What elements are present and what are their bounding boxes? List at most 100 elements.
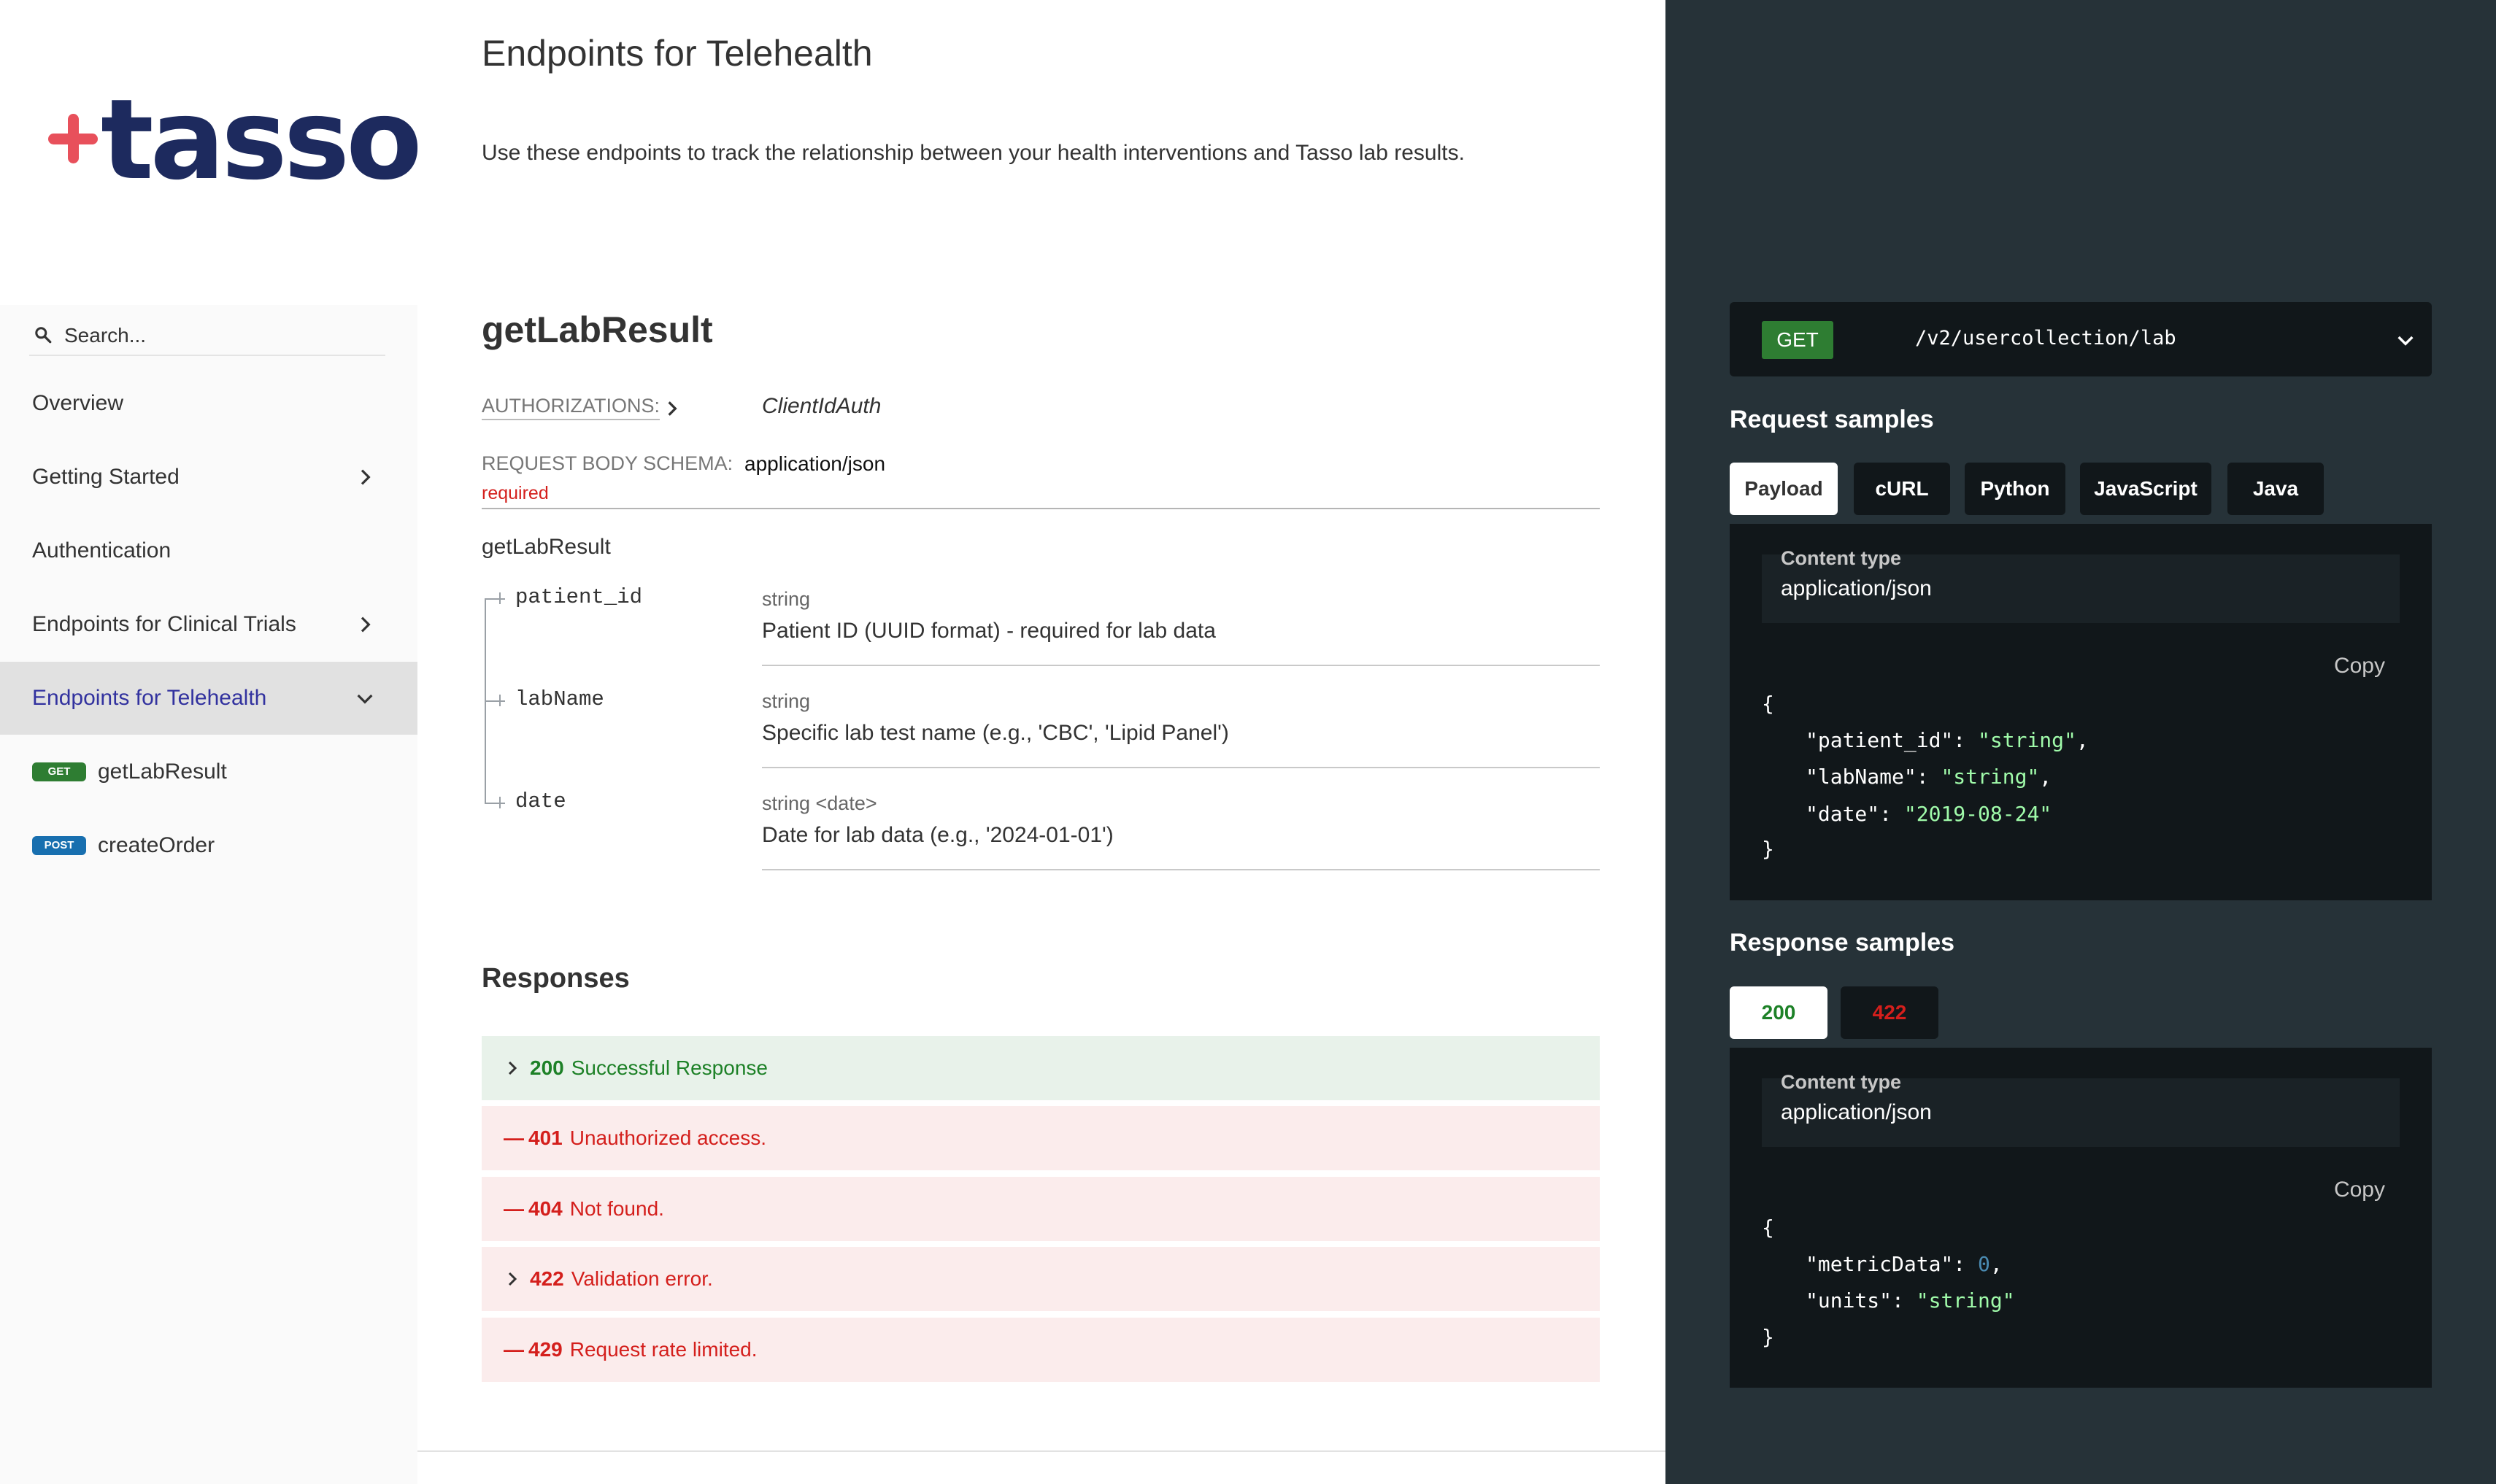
- property-name: date: [515, 789, 566, 814]
- endpoint-selector[interactable]: GET /v2/usercollection/lab: [1730, 302, 2432, 376]
- response-422[interactable]: 422 Validation error.: [482, 1247, 1600, 1311]
- sidebar-item-label: Endpoints for Clinical Trials: [32, 612, 296, 636]
- copy-button[interactable]: Copy: [2334, 1178, 2385, 1202]
- chevron-right-icon: [508, 1061, 517, 1075]
- response-429[interactable]: — 429 Request rate limited.: [482, 1318, 1600, 1382]
- search-input[interactable]: [64, 321, 378, 350]
- response-sample-box: Content type application/json Copy { "me…: [1730, 1048, 2432, 1388]
- response-404[interactable]: — 404 Not found.: [482, 1177, 1600, 1241]
- json-key: "patient_id": [1806, 728, 1954, 752]
- search-icon: [35, 327, 52, 344]
- response-code: 404: [528, 1197, 563, 1220]
- request-samples-title: Request samples: [1730, 406, 1934, 433]
- sidebar-item-getting-started[interactable]: Getting Started: [0, 441, 417, 514]
- property-type: string: [762, 588, 811, 610]
- content-type-value: application/json: [1781, 576, 1932, 600]
- json-value: 0: [1978, 1252, 1990, 1276]
- sidebar-item-label: Getting Started: [32, 465, 180, 489]
- property-name: patient_id: [515, 585, 643, 609]
- tab-python[interactable]: Python: [1965, 463, 2065, 515]
- tab-javascript[interactable]: JavaScript: [2080, 463, 2211, 515]
- post-method-badge: POST: [32, 836, 86, 855]
- section-title: Endpoints for Telehealth: [482, 33, 873, 74]
- json-value: "string": [1941, 765, 2040, 789]
- tab-curl[interactable]: cURL: [1854, 463, 1950, 515]
- sidebar-item-clinical-trials[interactable]: Endpoints for Clinical Trials: [0, 588, 417, 661]
- response-text: Validation error.: [571, 1267, 713, 1290]
- dash-icon: —: [504, 1338, 524, 1361]
- tab-java[interactable]: Java: [2227, 463, 2324, 515]
- tab-response-422[interactable]: 422: [1841, 986, 1938, 1039]
- code-brace: {: [1762, 1216, 1774, 1240]
- chevron-right-icon: [361, 469, 371, 485]
- samples-panel: GET /v2/usercollection/lab Request sampl…: [1665, 0, 2496, 1484]
- divider: [762, 665, 1600, 666]
- property-type: string: [762, 690, 811, 712]
- divider: [482, 508, 1600, 509]
- property-description: Patient ID (UUID format) - required for …: [762, 619, 1216, 643]
- tasso-logo[interactable]: tasso: [48, 85, 423, 204]
- json-key: "metricData": [1806, 1252, 1954, 1276]
- request-body-label: REQUEST BODY SCHEMA:: [482, 452, 733, 474]
- chevron-down-icon: [357, 694, 373, 704]
- schema-name: getLabResult: [482, 535, 611, 559]
- sidebar-item-authentication[interactable]: Authentication: [0, 514, 417, 587]
- tree-line: [485, 700, 505, 702]
- sidebar-item-telehealth[interactable]: Endpoints for Telehealth: [0, 662, 417, 735]
- code-brace: }: [1762, 837, 1774, 861]
- json-comma: ,: [1990, 1252, 2003, 1276]
- sidebar-operation-getlabresult[interactable]: GET getLabResult: [0, 735, 417, 808]
- main-content: Endpoints for Telehealth Use these endpo…: [417, 0, 1665, 1484]
- search-box: [29, 315, 385, 356]
- sidebar-item-label: Authentication: [32, 538, 172, 563]
- json-key: "date": [1806, 802, 1880, 826]
- property-description: Date for lab data (e.g., '2024-01-01'): [762, 823, 1114, 847]
- required-label: required: [482, 483, 549, 503]
- responses-title: Responses: [482, 963, 630, 994]
- chevron-down-icon: [2397, 336, 2414, 346]
- authorizations-toggle[interactable]: AUTHORIZATIONS:: [482, 395, 660, 420]
- chevron-right-icon: [508, 1272, 517, 1286]
- property-type: string <date>: [762, 792, 877, 814]
- response-text: Not found.: [569, 1197, 664, 1220]
- response-401[interactable]: — 401 Unauthorized access.: [482, 1106, 1600, 1170]
- response-text: Successful Response: [571, 1056, 768, 1079]
- response-200[interactable]: 200 Successful Response: [482, 1036, 1600, 1100]
- json-key: "units": [1806, 1288, 1892, 1313]
- tab-payload[interactable]: Payload: [1730, 463, 1838, 515]
- code-line: "date": "2019-08-24": [1806, 802, 2052, 826]
- content-type-label: Content type: [1781, 1071, 1901, 1093]
- divider: [762, 767, 1600, 768]
- property-description: Specific lab test name (e.g., 'CBC', 'Li…: [762, 721, 1229, 745]
- sidebar-item-overview[interactable]: Overview: [0, 367, 417, 440]
- json-comma: ,: [2039, 765, 2052, 789]
- code-line: "units": "string": [1806, 1288, 2015, 1313]
- content-type-value: application/json: [1781, 1100, 1932, 1124]
- json-value: "string": [1978, 728, 2076, 752]
- endpoint-path: /v2/usercollection/lab: [1915, 327, 2176, 349]
- request-sample-box: Content type application/json Copy { "pa…: [1730, 524, 2432, 900]
- operation-label: getLabResult: [98, 760, 227, 784]
- sidebar: tasso Overview Getting Started Authentic…: [0, 0, 423, 1484]
- code-line: "labName": "string",: [1806, 765, 2052, 789]
- logo-area: tasso: [0, 0, 423, 305]
- divider: [762, 869, 1600, 870]
- sidebar-operation-createorder[interactable]: POST createOrder: [0, 809, 417, 882]
- dash-icon: —: [504, 1126, 524, 1149]
- sidebar-item-label: Endpoints for Telehealth: [32, 686, 267, 710]
- copy-button[interactable]: Copy: [2334, 654, 2385, 679]
- content-type-label: Content type: [1781, 547, 1901, 569]
- response-code: 200: [530, 1056, 564, 1079]
- tree-line: [485, 598, 505, 600]
- response-code: 429: [528, 1338, 563, 1361]
- operation-label: createOrder: [98, 833, 215, 857]
- http-method-badge: GET: [1762, 321, 1833, 359]
- chevron-right-icon[interactable]: [663, 399, 682, 418]
- chevron-right-icon: [361, 617, 371, 633]
- request-body-value: application/json: [744, 452, 886, 475]
- sidebar-item-label: Overview: [32, 391, 124, 415]
- json-comma: ,: [2076, 728, 2089, 752]
- dash-icon: —: [504, 1197, 524, 1220]
- response-code: 401: [528, 1126, 563, 1149]
- tab-response-200[interactable]: 200: [1730, 986, 1827, 1039]
